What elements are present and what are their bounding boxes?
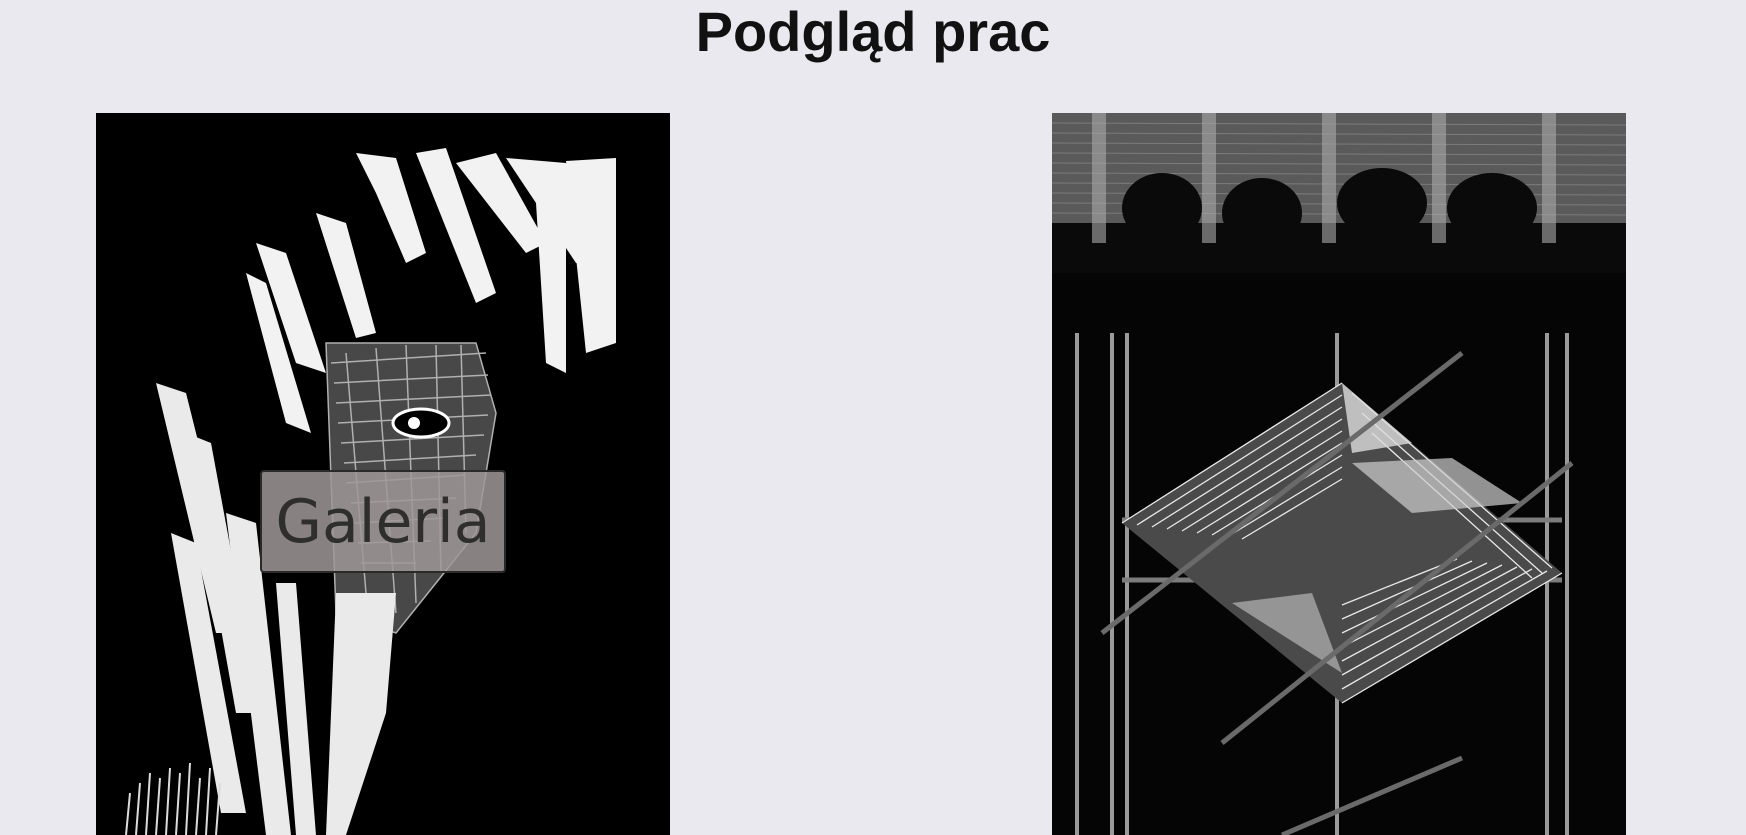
- artwork-thumbnail-right[interactable]: [1052, 113, 1626, 835]
- artwork-thumbnail-left[interactable]: Galeria: [96, 113, 670, 835]
- gallery-button[interactable]: Galeria: [260, 470, 506, 573]
- geometric-lines-image: [1052, 113, 1626, 835]
- page-title: Podgląd prac: [695, 0, 1051, 63]
